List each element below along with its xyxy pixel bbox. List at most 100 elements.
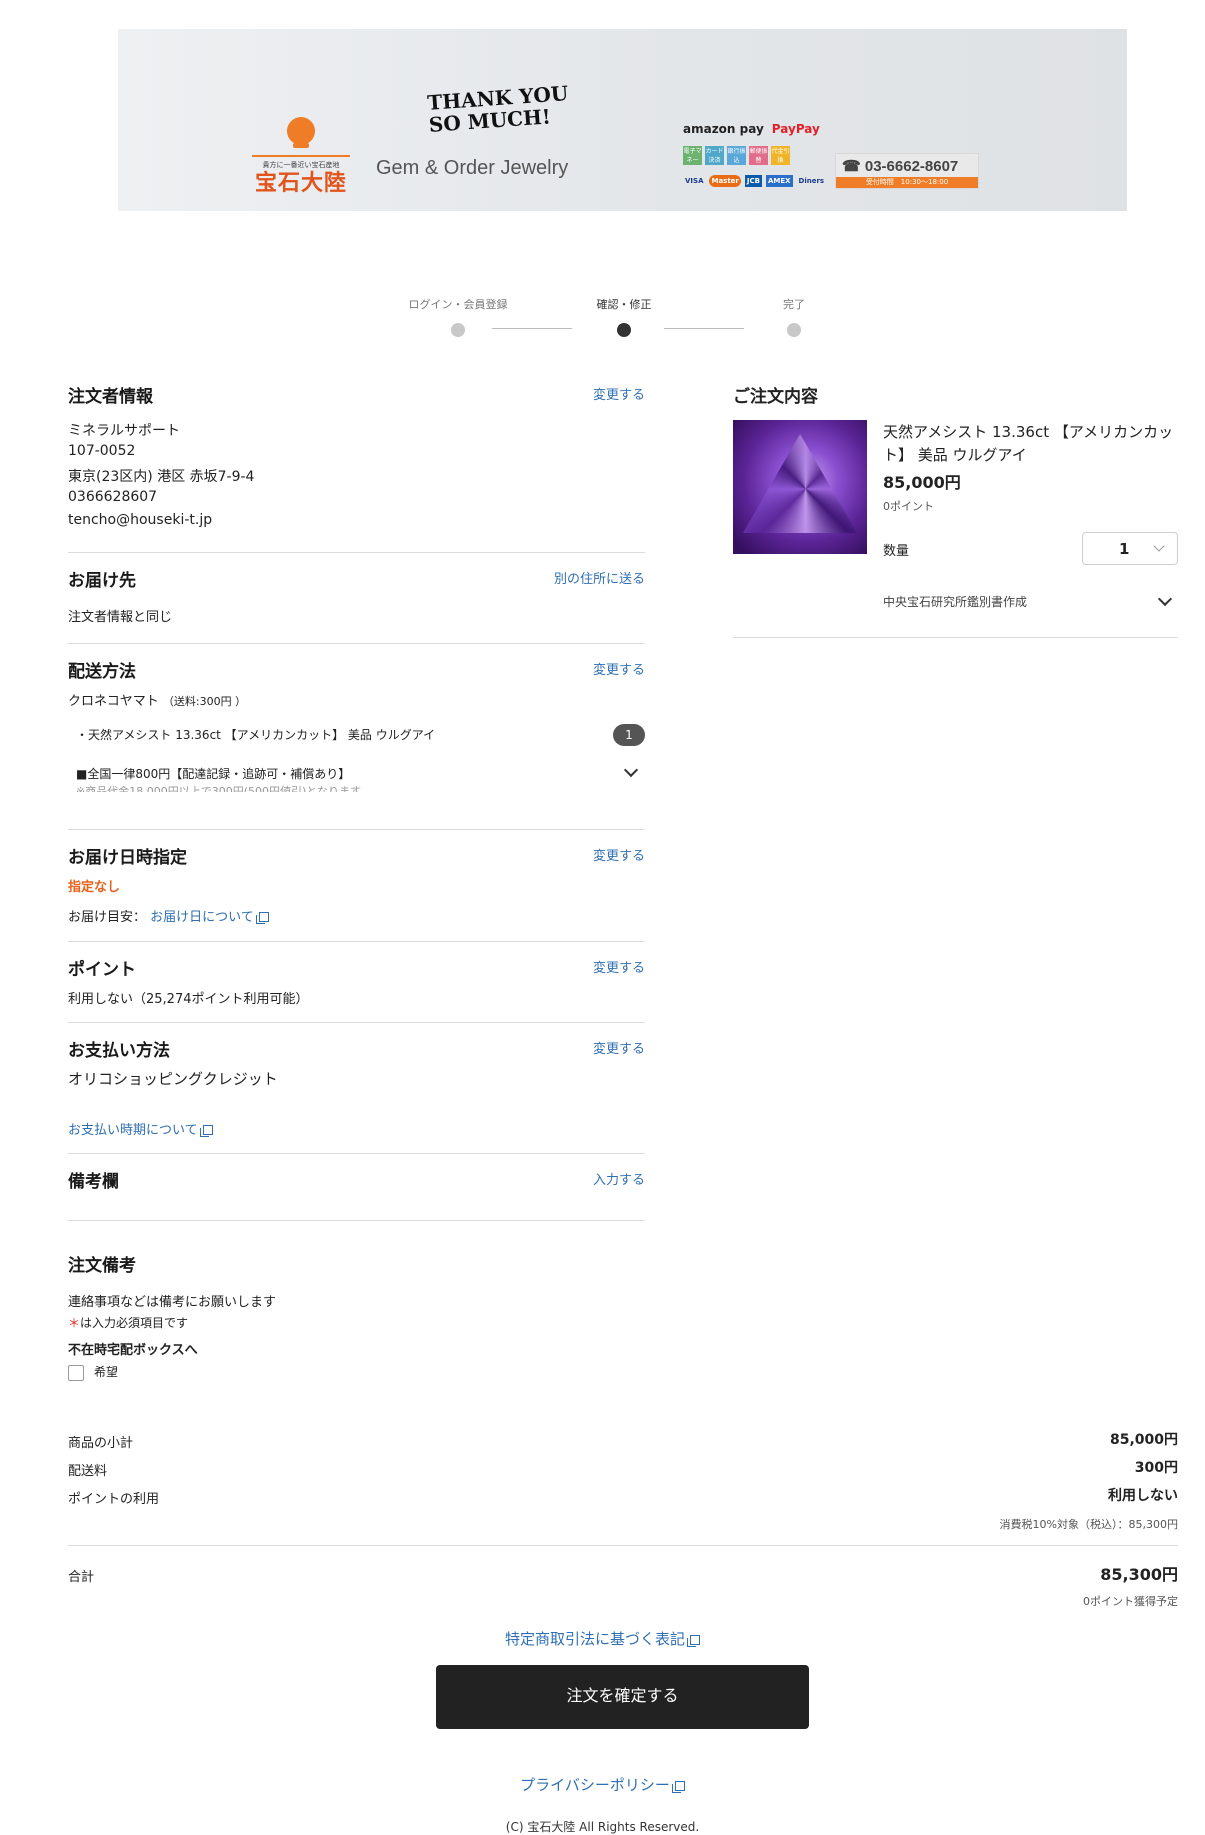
edit-shipping-link[interactable]: 変更する: [593, 659, 645, 678]
privacy-policy-link[interactable]: プライバシーポリシー: [0, 1774, 1205, 1795]
amethyst-gem-icon: [743, 434, 857, 533]
shipping-option-note: ※商品代金18,000円以上で300円(500円値引)となります: [76, 785, 361, 792]
points-usage-value: 利用しない: [1108, 1488, 1178, 1504]
business-hours: 受付時間 10:30〜18:00: [836, 177, 978, 188]
emoney-badge: 電子マネー: [683, 146, 702, 165]
orderer-zip: 107-0052: [68, 443, 136, 459]
banner-title: Gem & Order Jewelry: [376, 157, 569, 179]
step-dot-icon: [787, 323, 801, 337]
shipping-fee: （送料:300円 ）: [162, 695, 247, 708]
logo-name: 宝石大陸: [254, 170, 347, 196]
edit-points-link[interactable]: 変更する: [593, 957, 645, 976]
checkbox-label: 希望: [94, 1365, 119, 1379]
orderer-section: 注文者情報 変更する ミネラルサポート 107-0052 東京(23区内) 港区…: [68, 382, 645, 532]
certificate-option: 中央宝石研究所鑑別書作成: [883, 595, 1028, 609]
external-link-icon: [199, 1125, 213, 1137]
edit-orderer-link[interactable]: 変更する: [593, 384, 645, 403]
header-banner: 貴方に一番近い宝石産地 宝石大陸 THANK YOU SO MUCH! Gem …: [118, 29, 1127, 211]
quantity-select[interactable]: 1: [1082, 532, 1178, 565]
subtotal-value: 85,000円: [1109, 1432, 1178, 1448]
tax-note: 消費税10%対象（税込）：85,300円: [999, 1518, 1178, 1531]
product-points: 0ポイント: [883, 500, 934, 513]
payment-method: オリコショッピングクレジット: [68, 1070, 278, 1088]
total-value: 85,300円: [1100, 1565, 1178, 1584]
remarks-section: 備考欄 入力する: [68, 1167, 645, 1207]
card-badge: カード決済: [705, 146, 724, 165]
external-link-icon: [255, 912, 269, 924]
bank-badge: 銀行振込: [727, 146, 746, 165]
order-notes-text: 連絡事項などは備考にお願いします: [68, 1295, 277, 1310]
item-qty-badge: 1: [613, 724, 645, 746]
orderer-address: 東京(23区内) 港区 赤坂7-9-4: [68, 469, 255, 485]
section-title: お支払い方法: [68, 1041, 170, 1061]
legal-notice-link[interactable]: 特定商取引法に基づく表記: [0, 1628, 1205, 1649]
chevron-down-icon[interactable]: [623, 762, 639, 778]
store-logo[interactable]: 貴方に一番近い宝石産地 宝石大陸: [252, 117, 350, 196]
phone-icon: ☎: [842, 158, 865, 175]
payment-timing-link[interactable]: お支払い時期について: [68, 1119, 213, 1138]
order-notes-section: 注文備考 連絡事項などは備考にお願いします ＊は入力必須項目です 不在時宅配ボッ…: [68, 1251, 645, 1381]
card-brand-logos: VISA Master JCB AMEX Diners: [685, 175, 825, 187]
logo-tagline: 貴方に一番近い宝石産地: [262, 161, 340, 169]
payment-section: お支払い方法 変更する オリコショッピングクレジット お支払い時期について: [68, 1036, 645, 1146]
points-usage: 利用しない（25,274ポイント利用可能）: [68, 992, 309, 1007]
points-earn-note: 0ポイント獲得予定: [1083, 1595, 1178, 1608]
shipping-section: 配送方法 変更する クロネコヤマト （送料:300円 ） ・天然アメシスト 13…: [68, 657, 645, 797]
section-title: 備考欄: [68, 1172, 119, 1192]
product-name: 天然アメシスト 13.36ct 【アメリカンカット】 美品 ウルグアイ: [883, 423, 1174, 464]
required-mark: ＊: [68, 1316, 81, 1330]
points-usage-label: ポイントの利用: [68, 1492, 160, 1507]
delivery-box-label: 不在時宅配ボックスへ: [68, 1343, 198, 1358]
shipping-label: 配送料: [68, 1464, 108, 1479]
product-price: 85,000円: [883, 473, 961, 492]
edit-payment-link[interactable]: 変更する: [593, 1038, 645, 1057]
product-image[interactable]: [733, 420, 867, 554]
quantity-label: 数量: [883, 544, 910, 559]
total-label: 合計: [68, 1570, 95, 1585]
external-link-icon: [687, 1635, 700, 1647]
cod-badge: 代金引換: [771, 146, 790, 165]
orderer-name: ミネラルサポート: [68, 423, 180, 439]
external-link-icon: [671, 1781, 685, 1793]
enter-remarks-link[interactable]: 入力する: [593, 1169, 645, 1188]
shipping-option: ■全国一律800円【配達記録・追跡可・補償あり】: [76, 767, 351, 781]
delivery-address: 注文者情報と同じ: [68, 610, 173, 625]
confirm-order-button[interactable]: 注文を確定する: [436, 1665, 809, 1729]
subtotal-label: 商品の小計: [68, 1436, 134, 1451]
chevron-down-icon: [1153, 540, 1165, 552]
points-section: ポイント 変更する 利用しない（25,274ポイント利用可能）: [68, 955, 645, 1015]
step-confirm: 確認・修正: [564, 296, 684, 337]
required-text: は入力必須項目です: [80, 1316, 189, 1330]
thanks-message: THANK YOU SO MUCH!: [426, 81, 569, 137]
checkout-steps: ログイン・会員登録 確認・修正 完了: [398, 296, 808, 346]
section-title: お届け日時指定: [68, 848, 187, 868]
payment-logos: amazon pay PayPay: [683, 122, 820, 136]
step-login: ログイン・会員登録: [398, 296, 518, 337]
section-title: 配送方法: [68, 662, 136, 682]
section-title: ポイント: [68, 960, 136, 980]
amazon-pay-logo: amazon pay: [683, 122, 764, 136]
estimate-label: お届け目安：: [68, 910, 147, 925]
other-address-link[interactable]: 別の住所に送る: [554, 568, 645, 587]
delivery-section: お届け先 別の住所に送る 注文者情報と同じ: [68, 566, 645, 626]
orderer-email: tencho@houseki-t.jp: [68, 512, 213, 528]
payment-method-badges: 電子マネー カード決済 銀行振込 郵便振替 代金引換: [683, 146, 790, 165]
bird-logo-icon: [287, 117, 315, 148]
phone-contact[interactable]: ☎ 03-6662-8607 受付時間 10:30〜18:00: [835, 153, 979, 189]
shipping-item: ・天然アメシスト 13.36ct 【アメリカンカット】 美品 ウルグアイ: [76, 728, 436, 742]
orderer-phone: 0366628607: [68, 489, 158, 505]
chevron-down-icon[interactable]: [1157, 591, 1173, 607]
edit-datetime-link[interactable]: 変更する: [593, 845, 645, 864]
section-title: お届け先: [68, 571, 136, 591]
shipping-value: 300円: [1134, 1460, 1178, 1476]
step-dot-icon: [617, 323, 631, 337]
order-summary-title: ご注文内容: [733, 387, 818, 407]
delivery-box-checkbox[interactable]: [68, 1365, 84, 1381]
paypay-logo: PayPay: [771, 122, 820, 136]
section-title: 注文者情報: [68, 387, 153, 407]
datetime-status: 指定なし: [68, 880, 121, 895]
step-complete: 完了: [734, 296, 854, 337]
delivery-date-info-link[interactable]: お届け日について: [150, 910, 269, 925]
section-title: 注文備考: [68, 1256, 136, 1276]
delivery-datetime-section: お届け日時指定 変更する 指定なし お届け目安： お届け日について: [68, 843, 645, 925]
